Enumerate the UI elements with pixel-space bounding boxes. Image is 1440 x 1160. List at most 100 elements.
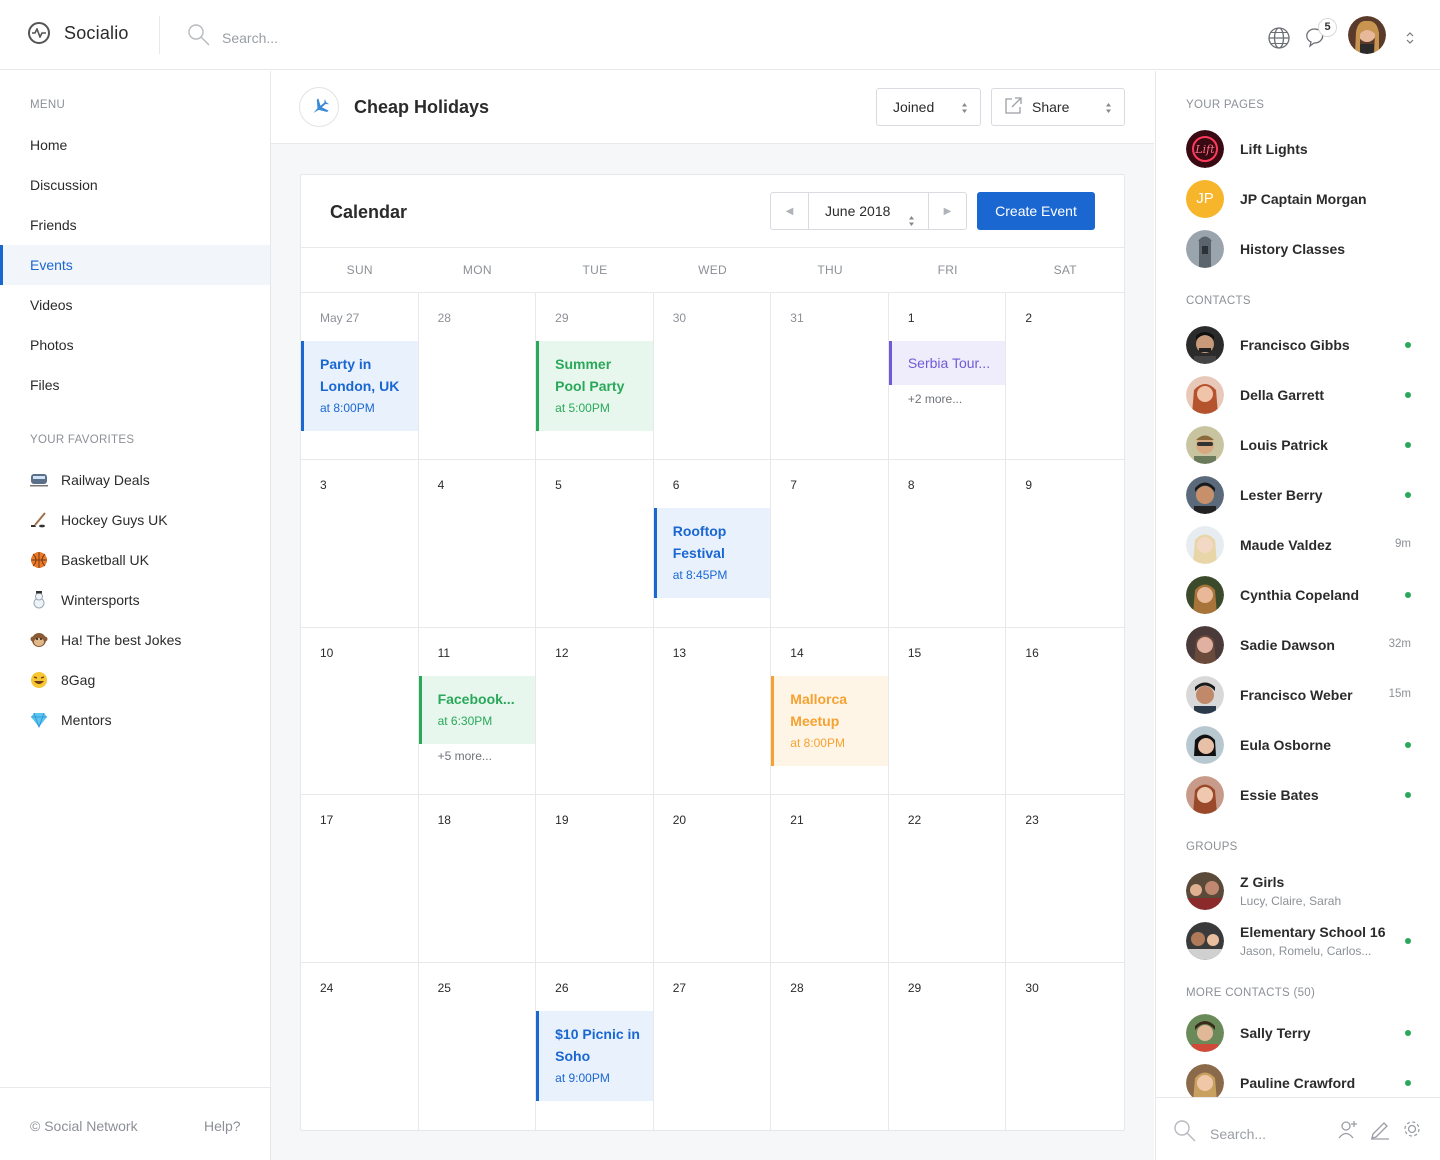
menu-item-files[interactable]: Files — [0, 365, 270, 405]
more-events-link[interactable]: +5 more... — [438, 749, 492, 763]
edit-icon[interactable] — [1369, 1118, 1391, 1140]
joined-select[interactable]: Joined — [876, 88, 981, 126]
avatar[interactable] — [1348, 16, 1386, 59]
day-cell[interactable]: 2 — [1006, 293, 1124, 461]
day-cell[interactable]: 12 — [536, 627, 654, 796]
page-name: JP Captain Morgan — [1240, 191, 1367, 207]
globe-icon[interactable] — [1268, 26, 1290, 49]
day-cell[interactable]: 31 — [771, 293, 889, 461]
favorite-item[interactable]: Ha! The best Jokes — [30, 620, 181, 660]
day-cell[interactable]: 30 — [1006, 963, 1124, 1130]
day-cell[interactable]: 9 — [1006, 460, 1124, 628]
day-cell[interactable]: May 27 Party in London, UK at 8:00PM — [301, 293, 419, 461]
favorite-item[interactable]: 8Gag — [30, 660, 181, 700]
page-item[interactable]: Lift Lift Lights — [1186, 124, 1411, 174]
more-events-link[interactable]: +2 more... — [908, 392, 962, 406]
favorite-item[interactable]: Wintersports — [30, 580, 181, 620]
menu-item-events[interactable]: Events — [0, 245, 270, 285]
day-cell[interactable]: 26 $10 Picnic in Soho at 9:00PM — [536, 962, 654, 1130]
contact-item[interactable]: Lester Berry — [1186, 470, 1411, 520]
contact-item[interactable]: Eula Osborne — [1186, 720, 1411, 770]
contact-item[interactable]: Louis Patrick — [1186, 420, 1411, 470]
day-cell[interactable]: 4 — [418, 460, 537, 628]
day-cell[interactable]: 20 — [653, 795, 772, 963]
calendar-event[interactable]: Serbia Tour... — [888, 341, 1006, 385]
contact-item[interactable]: Sadie Dawson 32m — [1186, 620, 1411, 670]
add-user-icon[interactable] — [1337, 1118, 1359, 1140]
day-cell[interactable]: 19 — [536, 795, 654, 963]
day-cell[interactable]: 7 — [771, 460, 889, 628]
day-cell[interactable]: 25 — [419, 962, 537, 1130]
brand[interactable]: Socialio — [28, 22, 129, 44]
group-item[interactable]: Z Girls Lucy, Claire, Sarah — [1186, 866, 1411, 916]
create-event-button[interactable]: Create Event — [977, 192, 1095, 230]
day-cell[interactable]: 30 — [653, 293, 772, 461]
search-input[interactable]: Search... — [1210, 1126, 1266, 1142]
menu-item-photos[interactable]: Photos — [0, 325, 270, 365]
day-cell[interactable]: 17 — [301, 795, 419, 963]
calendar-event[interactable]: Rooftop Festival at 8:45PM — [653, 508, 771, 599]
menu-item-videos[interactable]: Videos — [0, 285, 270, 325]
account-menu-chevron-icon[interactable] — [1406, 31, 1414, 45]
share-select[interactable]: Share — [991, 88, 1125, 126]
settings-gear-icon[interactable] — [1401, 1118, 1423, 1140]
day-cell[interactable]: 28 — [418, 293, 537, 461]
calendar-event[interactable]: $10 Picnic in Soho at 9:00PM — [536, 1010, 653, 1101]
favorite-item[interactable]: Basketball UK — [30, 540, 181, 580]
page-item[interactable]: JP JP Captain Morgan — [1186, 174, 1411, 224]
top-search[interactable]: Search... — [188, 24, 278, 51]
menu-item-friends[interactable]: Friends — [0, 205, 270, 245]
favorite-item[interactable]: Mentors — [30, 700, 181, 740]
prev-month-button[interactable]: ◀ — [771, 193, 809, 229]
day-cell[interactable]: 29 Summer Pool Party at 5:00PM — [536, 293, 654, 461]
day-cell[interactable]: 1 Serbia Tour... +2 more... — [888, 293, 1007, 461]
day-cell[interactable]: 18 — [418, 795, 537, 963]
day-cell[interactable]: 28 — [771, 962, 889, 1130]
day-cell[interactable]: 21 — [771, 795, 889, 963]
day-cell[interactable]: 22 — [888, 795, 1007, 963]
contact-item[interactable]: Maude Valdez 9m — [1186, 520, 1411, 570]
day-cell[interactable]: 15 — [888, 627, 1007, 796]
day-cell[interactable]: 27 — [654, 962, 772, 1130]
group-item[interactable]: Elementary School 16 Jason, Romelu, Carl… — [1186, 916, 1411, 966]
day-number: 28 — [437, 311, 451, 325]
day-cell[interactable]: 8 — [888, 460, 1007, 628]
calendar-event[interactable]: Party in London, UK at 8:00PM — [301, 341, 418, 431]
contact-item[interactable]: Francisco Gibbs — [1186, 320, 1411, 370]
day-number: 18 — [437, 813, 451, 828]
day-cell[interactable]: 23 — [1006, 795, 1124, 963]
favorite-item[interactable]: Hockey Guys UK — [30, 500, 181, 540]
contact-item[interactable]: Della Garrett — [1186, 370, 1411, 420]
day-cell[interactable]: 6 Rooftop Festival at 8:45PM — [653, 460, 772, 628]
contact-name: Francisco Weber — [1240, 687, 1353, 703]
page-item[interactable]: History Classes — [1186, 224, 1411, 274]
day-cell[interactable]: 29 — [889, 962, 1007, 1130]
search-input[interactable]: Search... — [222, 30, 278, 46]
calendar-event[interactable]: Mallorca Meetup at 8:00PM — [771, 675, 888, 766]
day-cell[interactable]: 3 — [301, 460, 419, 628]
day-cell[interactable]: 16 — [1006, 628, 1124, 796]
favorite-item[interactable]: Railway Deals — [30, 460, 181, 500]
day-cell[interactable]: 24 — [301, 962, 419, 1130]
calendar-event[interactable]: Facebook... at 6:30PM — [418, 675, 536, 744]
calendar-event[interactable]: Summer Pool Party at 5:00PM — [536, 341, 653, 431]
day-cell[interactable]: 11 Facebook... at 6:30PM +5 more... — [418, 627, 537, 796]
help-link[interactable]: Help? — [204, 1118, 241, 1134]
day-cell[interactable]: 14 Mallorca Meetup at 8:00PM — [771, 627, 889, 796]
contacts-search[interactable]: Search... — [1174, 1120, 1266, 1147]
next-month-button[interactable]: ▶ — [928, 193, 966, 229]
event-title: Mallorca Meetup — [790, 690, 848, 729]
day-cell[interactable]: 13 — [653, 627, 772, 796]
contact-name: Lester Berry — [1240, 487, 1323, 503]
menu-item-discussion[interactable]: Discussion — [0, 165, 270, 205]
day-cell[interactable]: 10 — [301, 627, 419, 796]
contact-item[interactable]: Essie Bates — [1186, 770, 1411, 820]
month-select[interactable]: June 2018 — [809, 193, 928, 229]
contact-item[interactable]: Sally Terry — [1186, 1008, 1411, 1058]
menu-item-home[interactable]: Home — [0, 125, 270, 165]
day-cell[interactable]: 5 — [536, 460, 654, 628]
contact-item[interactable]: Francisco Weber 15m — [1186, 670, 1411, 720]
messages-button[interactable]: 5 — [1306, 17, 1337, 50]
day-number: 28 — [790, 980, 804, 995]
contact-item[interactable]: Cynthia Copeland — [1186, 570, 1411, 620]
